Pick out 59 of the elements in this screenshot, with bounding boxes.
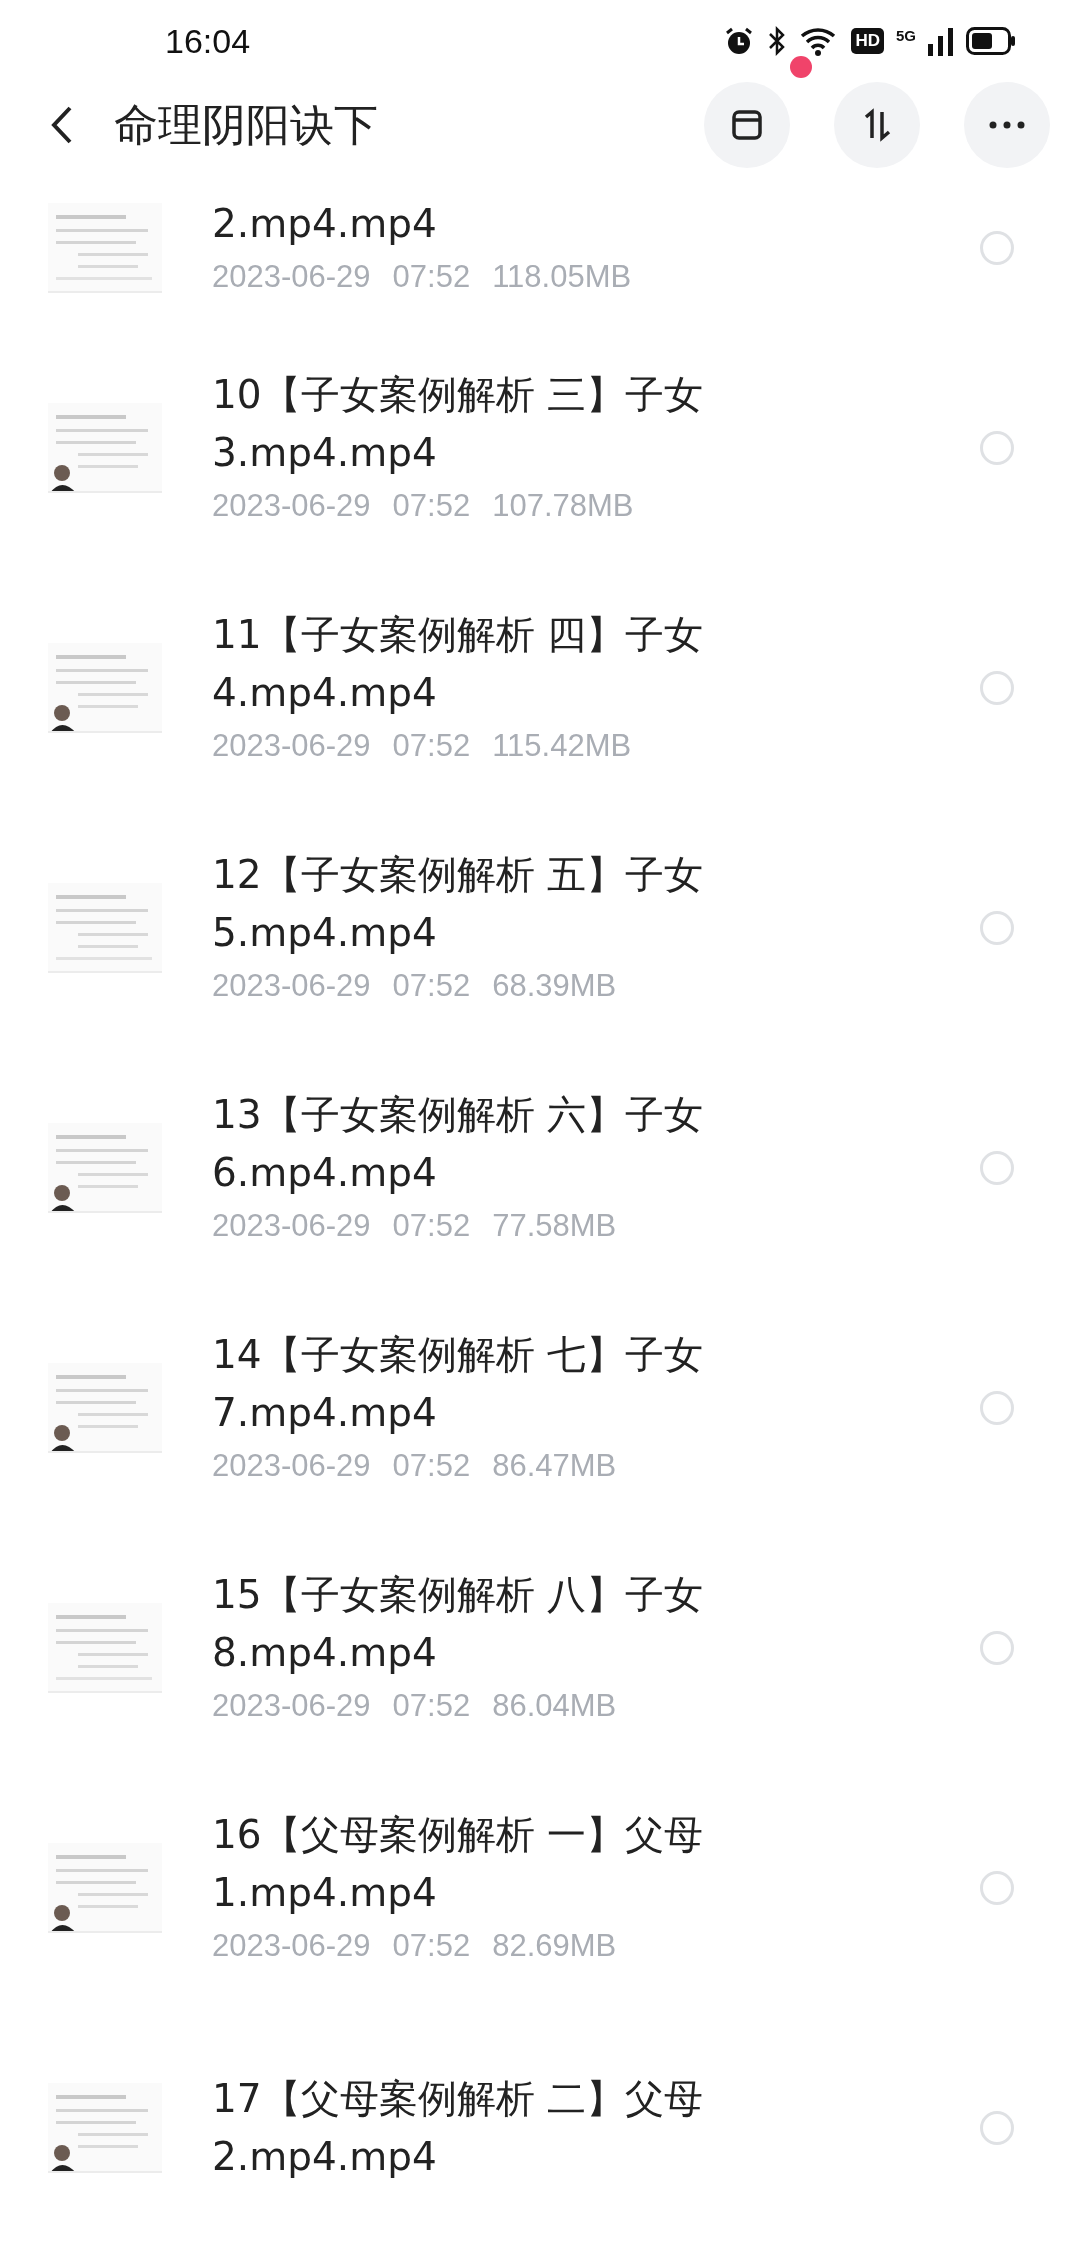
status-time: 16:04 [165, 21, 251, 61]
file-name: 8.mp4.mp4 [212, 1630, 438, 1676]
file-name: 4.mp4.mp4 [212, 670, 438, 716]
file-size: 86.04MB [492, 1688, 617, 1724]
select-radio[interactable] [980, 1631, 1014, 1665]
select-radio[interactable] [980, 1151, 1014, 1185]
file-size: 115.42MB [492, 728, 632, 764]
signal-icon [928, 26, 954, 56]
select-radio[interactable] [980, 2111, 1014, 2145]
file-name: 10【子女案例解析 三】子女 [212, 372, 705, 418]
select-radio[interactable] [980, 231, 1014, 265]
file-time: 07:52 [392, 1208, 471, 1244]
file-date: 2023-06-29 [212, 259, 371, 295]
file-name: 12【子女案例解析 五】子女 [212, 852, 705, 898]
file-name: 16【父母案例解析 一】父母 [212, 1812, 705, 1858]
select-radio[interactable] [980, 1871, 1014, 1905]
file-time: 07:52 [392, 1928, 471, 1964]
select-radio[interactable] [980, 911, 1014, 945]
file-name: 1.mp4.mp4 [212, 1870, 438, 1916]
file-name: 2.mp4.mp4 [212, 2134, 438, 2180]
file-name: 6.mp4.mp4 [212, 1150, 438, 1196]
file-name: 5.mp4.mp4 [212, 910, 438, 956]
file-time: 07:52 [392, 728, 471, 764]
file-name: 11【子女案例解析 四】子女 [212, 612, 705, 658]
file-time: 07:52 [392, 1688, 471, 1724]
file-time: 07:52 [392, 488, 471, 524]
network-type: 5G [896, 27, 916, 44]
select-radio[interactable] [980, 671, 1014, 705]
file-name: 2.mp4.mp4 [212, 201, 438, 247]
file-date: 2023-06-29 [212, 488, 371, 524]
file-size: 118.05MB [492, 259, 632, 295]
file-name: 3.mp4.mp4 [212, 430, 438, 476]
file-date: 2023-06-29 [212, 1448, 371, 1484]
file-time: 07:52 [392, 1448, 471, 1484]
file-name: 13【子女案例解析 六】子女 [212, 1092, 705, 1138]
file-date: 2023-06-29 [212, 1688, 371, 1724]
file-name: 17【父母案例解析 二】父母 [212, 2076, 705, 2122]
file-name: 7.mp4.mp4 [212, 1390, 438, 1436]
more-icon [989, 121, 1025, 129]
file-time: 07:52 [392, 968, 471, 1004]
file-date: 2023-06-29 [212, 728, 371, 764]
hd-badge: HD [851, 28, 884, 54]
battery-icon [966, 27, 1016, 55]
file-name: 14【子女案例解析 七】子女 [212, 1332, 705, 1378]
back-icon[interactable] [50, 105, 74, 145]
folder-title: 命理阴阳诀下 [114, 97, 379, 152]
file-date: 2023-06-29 [212, 1928, 371, 1964]
box-icon [730, 108, 764, 142]
file-date: 2023-06-29 [212, 1208, 371, 1244]
file-date: 2023-06-29 [212, 968, 371, 1004]
file-size: 77.58MB [492, 1208, 617, 1244]
file-size: 107.78MB [492, 488, 634, 524]
select-radio[interactable] [980, 1391, 1014, 1425]
file-time: 07:52 [392, 259, 471, 295]
select-radio[interactable] [980, 431, 1014, 465]
file-name: 15【子女案例解析 八】子女 [212, 1572, 705, 1618]
file-size: 82.69MB [492, 1928, 617, 1964]
file-size: 86.47MB [492, 1448, 617, 1484]
file-size: 68.39MB [492, 968, 617, 1004]
